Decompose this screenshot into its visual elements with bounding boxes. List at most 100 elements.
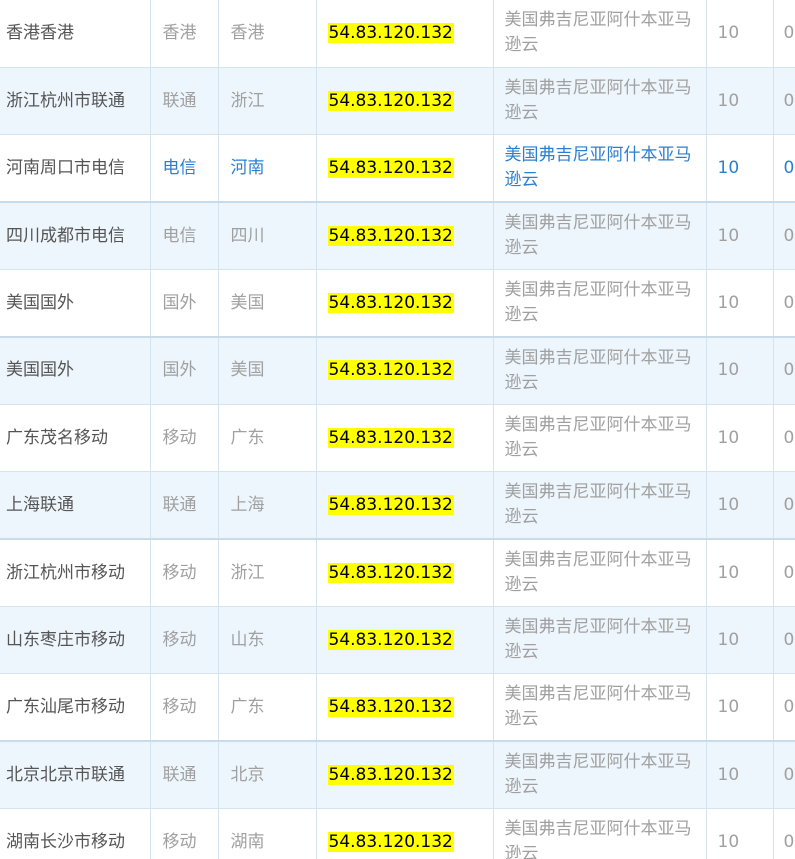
ip-cell: 54.83.120.132	[316, 808, 494, 859]
table-row: 山东枣庄市移动 移动 山东 54.83.120.132 美国弗吉尼亚阿什本亚马逊…	[0, 606, 795, 675]
ttl-cell: 10	[706, 336, 774, 405]
ip-cell: 54.83.120.132	[316, 202, 494, 271]
province-cell: 美国	[218, 269, 317, 338]
isp-cell: 电信	[150, 134, 219, 204]
location-cell: 浙江杭州市移动	[0, 539, 151, 608]
province-cell: 广东	[218, 673, 317, 743]
isp-cell: 联通	[150, 67, 219, 136]
ttl-cell: 10	[706, 673, 774, 743]
extra-cell: 0	[773, 67, 795, 136]
ip-cell: 54.83.120.132	[316, 269, 494, 338]
province-cell: 香港	[218, 0, 317, 68]
location-cell: 湖南长沙市移动	[0, 808, 151, 859]
table-row: 美国国外 国外 美国 54.83.120.132 美国弗吉尼亚阿什本亚马逊云 1…	[0, 336, 795, 405]
ttl-cell: 10	[706, 269, 774, 338]
isp-cell: 移动	[150, 539, 219, 608]
dns-results-table: 香港香港 香港 香港 54.83.120.132 美国弗吉尼亚阿什本亚马逊云 1…	[0, 0, 795, 859]
extra-cell: 0	[773, 336, 795, 405]
table-row: 香港香港 香港 香港 54.83.120.132 美国弗吉尼亚阿什本亚马逊云 1…	[0, 0, 795, 68]
isp-cell: 电信	[150, 202, 219, 271]
table-row: 四川成都市电信 电信 四川 54.83.120.132 美国弗吉尼亚阿什本亚马逊…	[0, 202, 795, 271]
province-cell: 广东	[218, 404, 317, 473]
isp-cell: 联通	[150, 471, 219, 541]
ip-cell: 54.83.120.132	[316, 67, 494, 136]
province-cell: 美国	[218, 336, 317, 405]
ttl-cell: 10	[706, 0, 774, 68]
ip-address: 54.83.120.132	[327, 90, 454, 111]
province-cell: 四川	[218, 202, 317, 271]
table-row: 美国国外 国外 美国 54.83.120.132 美国弗吉尼亚阿什本亚马逊云 1…	[0, 269, 795, 338]
table-row: 浙江杭州市移动 移动 浙江 54.83.120.132 美国弗吉尼亚阿什本亚马逊…	[0, 539, 795, 608]
ip-geo-cell: 美国弗吉尼亚阿什本亚马逊云	[493, 404, 707, 473]
isp-cell: 国外	[150, 269, 219, 338]
location-cell: 北京北京市联通	[0, 741, 151, 810]
table-row: 北京北京市联通 联通 北京 54.83.120.132 美国弗吉尼亚阿什本亚马逊…	[0, 741, 795, 810]
ip-cell: 54.83.120.132	[316, 539, 494, 608]
extra-cell: 0	[773, 673, 795, 743]
ip-address: 54.83.120.132	[327, 157, 454, 178]
location-cell: 河南周口市电信	[0, 134, 151, 204]
ip-address: 54.83.120.132	[327, 696, 454, 717]
ip-geo-cell: 美国弗吉尼亚阿什本亚马逊云	[493, 808, 707, 859]
extra-cell: 0	[773, 539, 795, 608]
extra-cell: 0	[773, 471, 795, 541]
ip-cell: 54.83.120.132	[316, 673, 494, 743]
ttl-cell: 10	[706, 471, 774, 541]
location-cell: 四川成都市电信	[0, 202, 151, 271]
ip-address: 54.83.120.132	[327, 22, 454, 43]
ip-cell: 54.83.120.132	[316, 336, 494, 405]
isp-cell: 移动	[150, 808, 219, 859]
location-cell: 浙江杭州市联通	[0, 67, 151, 136]
ip-address: 54.83.120.132	[327, 225, 454, 246]
ip-geo-cell: 美国弗吉尼亚阿什本亚马逊云	[493, 539, 707, 608]
province-cell: 湖南	[218, 808, 317, 859]
ip-address: 54.83.120.132	[327, 629, 454, 650]
ip-geo-cell: 美国弗吉尼亚阿什本亚马逊云	[493, 67, 707, 136]
province-cell: 上海	[218, 471, 317, 541]
ip-geo-cell: 美国弗吉尼亚阿什本亚马逊云	[493, 606, 707, 675]
location-cell: 香港香港	[0, 0, 151, 68]
ip-geo-cell: 美国弗吉尼亚阿什本亚马逊云	[493, 134, 707, 204]
ip-address: 54.83.120.132	[327, 831, 454, 852]
location-cell: 广东汕尾市移动	[0, 673, 151, 743]
table-row[interactable]: 河南周口市电信 电信 河南 54.83.120.132 美国弗吉尼亚阿什本亚马逊…	[0, 134, 795, 204]
location-cell: 广东茂名移动	[0, 404, 151, 473]
isp-cell: 香港	[150, 0, 219, 68]
extra-cell: 0	[773, 202, 795, 271]
location-cell: 上海联通	[0, 471, 151, 541]
isp-cell: 移动	[150, 404, 219, 473]
ip-address: 54.83.120.132	[327, 427, 454, 448]
ip-cell: 54.83.120.132	[316, 404, 494, 473]
ip-address: 54.83.120.132	[327, 764, 454, 785]
ip-geo-cell: 美国弗吉尼亚阿什本亚马逊云	[493, 0, 707, 68]
ip-geo-cell: 美国弗吉尼亚阿什本亚马逊云	[493, 269, 707, 338]
ttl-cell: 10	[706, 404, 774, 473]
province-cell: 浙江	[218, 539, 317, 608]
location-cell: 美国国外	[0, 336, 151, 405]
ttl-cell: 10	[706, 539, 774, 608]
extra-cell: 0	[773, 134, 795, 204]
isp-cell: 移动	[150, 606, 219, 675]
ip-address: 54.83.120.132	[327, 494, 454, 515]
ip-address: 54.83.120.132	[327, 562, 454, 583]
isp-cell: 移动	[150, 673, 219, 743]
ttl-cell: 10	[706, 134, 774, 204]
table-row: 广东茂名移动 移动 广东 54.83.120.132 美国弗吉尼亚阿什本亚马逊云…	[0, 404, 795, 473]
ip-cell: 54.83.120.132	[316, 134, 494, 204]
province-cell: 浙江	[218, 67, 317, 136]
extra-cell: 0	[773, 606, 795, 675]
ttl-cell: 10	[706, 741, 774, 810]
ip-cell: 54.83.120.132	[316, 741, 494, 810]
ttl-cell: 10	[706, 808, 774, 859]
ttl-cell: 10	[706, 606, 774, 675]
ip-cell: 54.83.120.132	[316, 471, 494, 541]
ip-geo-cell: 美国弗吉尼亚阿什本亚马逊云	[493, 673, 707, 743]
ip-geo-cell: 美国弗吉尼亚阿什本亚马逊云	[493, 471, 707, 541]
location-cell: 美国国外	[0, 269, 151, 338]
location-cell: 山东枣庄市移动	[0, 606, 151, 675]
isp-cell: 国外	[150, 336, 219, 405]
extra-cell: 0	[773, 0, 795, 68]
ttl-cell: 10	[706, 67, 774, 136]
ip-geo-cell: 美国弗吉尼亚阿什本亚马逊云	[493, 202, 707, 271]
ttl-cell: 10	[706, 202, 774, 271]
